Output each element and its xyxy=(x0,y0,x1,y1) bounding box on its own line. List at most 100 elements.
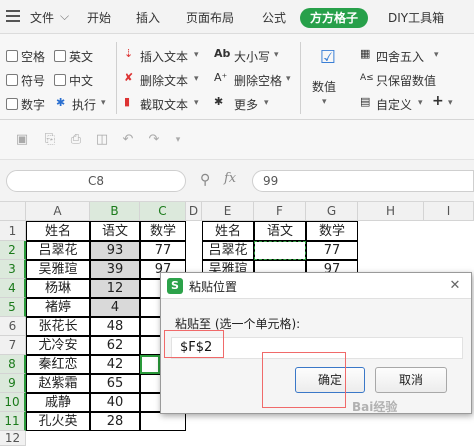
round-button[interactable]: 四舍五入 xyxy=(376,48,424,65)
table-cell[interactable]: 戚静 xyxy=(26,393,90,412)
column-header-d[interactable]: D xyxy=(186,202,202,221)
table-cell[interactable]: 吕翠花 xyxy=(202,241,254,260)
redo-icon[interactable]: ↷ xyxy=(146,132,162,148)
table-cell[interactable]: 77 xyxy=(140,241,186,260)
column-header-b[interactable]: B xyxy=(90,202,140,221)
checkbox-english[interactable] xyxy=(54,50,66,62)
table-header-cell[interactable]: 姓名 xyxy=(202,221,254,241)
fx-icon[interactable]: fx xyxy=(224,171,236,186)
row-header[interactable]: 3 xyxy=(0,260,26,279)
plus-icon[interactable]: + xyxy=(432,94,444,108)
keep-value-button[interactable]: 只保留数值 xyxy=(376,72,436,89)
tab-diy-toolbox[interactable]: DIY工具箱 xyxy=(388,9,444,26)
insert-text-button[interactable]: 插入文本 xyxy=(140,48,188,65)
checkbox-space[interactable] xyxy=(6,50,18,62)
table-cell[interactable]: 孔火英 xyxy=(26,412,90,431)
table-cell[interactable]: 77 xyxy=(306,241,358,260)
table-cell[interactable]: 40 xyxy=(90,393,140,412)
table-cell[interactable]: 秦红恋 xyxy=(26,355,90,374)
table-cell[interactable]: 吕翠花 xyxy=(26,241,90,260)
numeric-dropdown-icon[interactable]: ▾ xyxy=(322,96,327,108)
column-header-f[interactable]: F xyxy=(254,202,306,221)
more-button[interactable]: 更多 xyxy=(234,96,258,113)
row-header[interactable]: 9 xyxy=(0,374,26,393)
delete-text-button[interactable]: 删除文本 xyxy=(140,72,188,89)
table-cell[interactable]: 尤冷安 xyxy=(26,336,90,355)
delete-space-dropdown-icon[interactable]: ▾ xyxy=(286,73,291,85)
table-cell[interactable]: 张花长 xyxy=(26,317,90,336)
cancel-button[interactable]: 取消 xyxy=(375,367,447,393)
chevron-down-icon[interactable]: ⌵ xyxy=(60,9,69,24)
column-header-i[interactable]: I xyxy=(424,202,474,221)
row-header[interactable]: 2 xyxy=(0,241,26,260)
export-icon[interactable]: ⎘ xyxy=(42,132,58,148)
table-cell[interactable]: 褚婷 xyxy=(26,298,90,317)
checkbox-chinese[interactable] xyxy=(54,74,66,86)
close-icon[interactable]: ✕ xyxy=(445,276,465,296)
row-header[interactable]: 10 xyxy=(0,393,26,412)
table-cell[interactable]: 62 xyxy=(90,336,140,355)
column-header-e[interactable]: E xyxy=(202,202,254,221)
table-cell[interactable]: 65 xyxy=(90,374,140,393)
case-dropdown-icon[interactable]: ▾ xyxy=(274,49,279,61)
tab-fangfang[interactable]: 方方格子 xyxy=(300,8,368,28)
table-cell[interactable] xyxy=(140,412,186,431)
row-header[interactable]: 4 xyxy=(0,279,26,298)
tab-formula[interactable]: 公式 xyxy=(262,9,286,26)
table-cell[interactable]: 93 xyxy=(90,241,140,260)
numeric-button[interactable]: 数值 xyxy=(312,78,336,95)
delete-text-dropdown-icon[interactable]: ▾ xyxy=(194,73,199,85)
hamburger-menu-icon[interactable] xyxy=(6,10,20,22)
row-header[interactable]: 1 xyxy=(0,221,26,241)
print-icon[interactable]: ⎙ xyxy=(68,132,84,148)
table-header-cell[interactable]: 语文 xyxy=(90,221,140,241)
name-box[interactable]: C8 xyxy=(6,170,186,192)
tab-home[interactable]: 开始 xyxy=(87,9,111,26)
customize-dropdown-icon[interactable]: ▾ xyxy=(170,132,186,148)
row-header[interactable]: 11 xyxy=(0,412,26,431)
table-cell[interactable]: 42 xyxy=(90,355,140,374)
save-icon[interactable]: ▣ xyxy=(14,132,30,148)
row-header[interactable]: 7 xyxy=(0,336,26,355)
formula-input[interactable]: 99 xyxy=(252,170,474,192)
row-header[interactable]: 8 xyxy=(0,355,26,374)
zoom-icon[interactable]: ⚲ xyxy=(200,172,210,188)
select-all-corner[interactable] xyxy=(0,202,26,221)
custom-button[interactable]: 自定义 xyxy=(376,96,412,113)
tab-page-layout[interactable]: 页面布局 xyxy=(186,9,234,26)
table-cell[interactable]: 吴雅瑄 xyxy=(26,260,90,279)
table-cell[interactable]: 杨琳 xyxy=(26,279,90,298)
table-cell[interactable]: 4 xyxy=(90,298,140,317)
table-header-cell[interactable]: 数学 xyxy=(306,221,358,241)
extract-text-dropdown-icon[interactable]: ▾ xyxy=(194,97,199,109)
execute-dropdown-icon[interactable]: ▾ xyxy=(101,97,106,109)
table-header-cell[interactable]: 数学 xyxy=(140,221,186,241)
extract-text-button[interactable]: 截取文本 xyxy=(140,96,188,113)
checkbox-symbol[interactable] xyxy=(6,74,18,86)
delete-space-button[interactable]: 删除空格 xyxy=(234,72,282,89)
case-button[interactable]: 大小写 xyxy=(234,48,270,65)
row-header[interactable]: 5 xyxy=(0,298,26,317)
table-header-cell[interactable]: 语文 xyxy=(254,221,306,241)
column-header-c[interactable]: C xyxy=(140,202,186,221)
row-header[interactable]: 12 xyxy=(0,431,26,446)
row-header[interactable]: 6 xyxy=(0,317,26,336)
execute-button[interactable]: 执行 xyxy=(72,96,96,113)
tab-insert[interactable]: 插入 xyxy=(136,9,160,26)
table-cell[interactable]: 12 xyxy=(90,279,140,298)
menu-file[interactable]: 文件 xyxy=(30,9,54,26)
print-preview-icon[interactable]: ◫ xyxy=(94,132,110,148)
plus-dropdown-icon[interactable]: ▾ xyxy=(448,97,453,109)
insert-text-dropdown-icon[interactable]: ▾ xyxy=(194,49,199,61)
table-cell[interactable]: 赵紫霜 xyxy=(26,374,90,393)
table-header-cell[interactable]: 姓名 xyxy=(26,221,90,241)
column-header-g[interactable]: G xyxy=(306,202,358,221)
column-header-h[interactable]: H xyxy=(358,202,424,221)
more-dropdown-icon[interactable]: ▾ xyxy=(264,97,269,109)
table-cell[interactable]: 39 xyxy=(90,260,140,279)
checkbox-number[interactable] xyxy=(6,98,18,110)
column-header-a[interactable]: A xyxy=(26,202,90,221)
table-cell[interactable]: 28 xyxy=(90,412,140,431)
undo-icon[interactable]: ↶ xyxy=(120,132,136,148)
table-cell[interactable]: 48 xyxy=(90,317,140,336)
